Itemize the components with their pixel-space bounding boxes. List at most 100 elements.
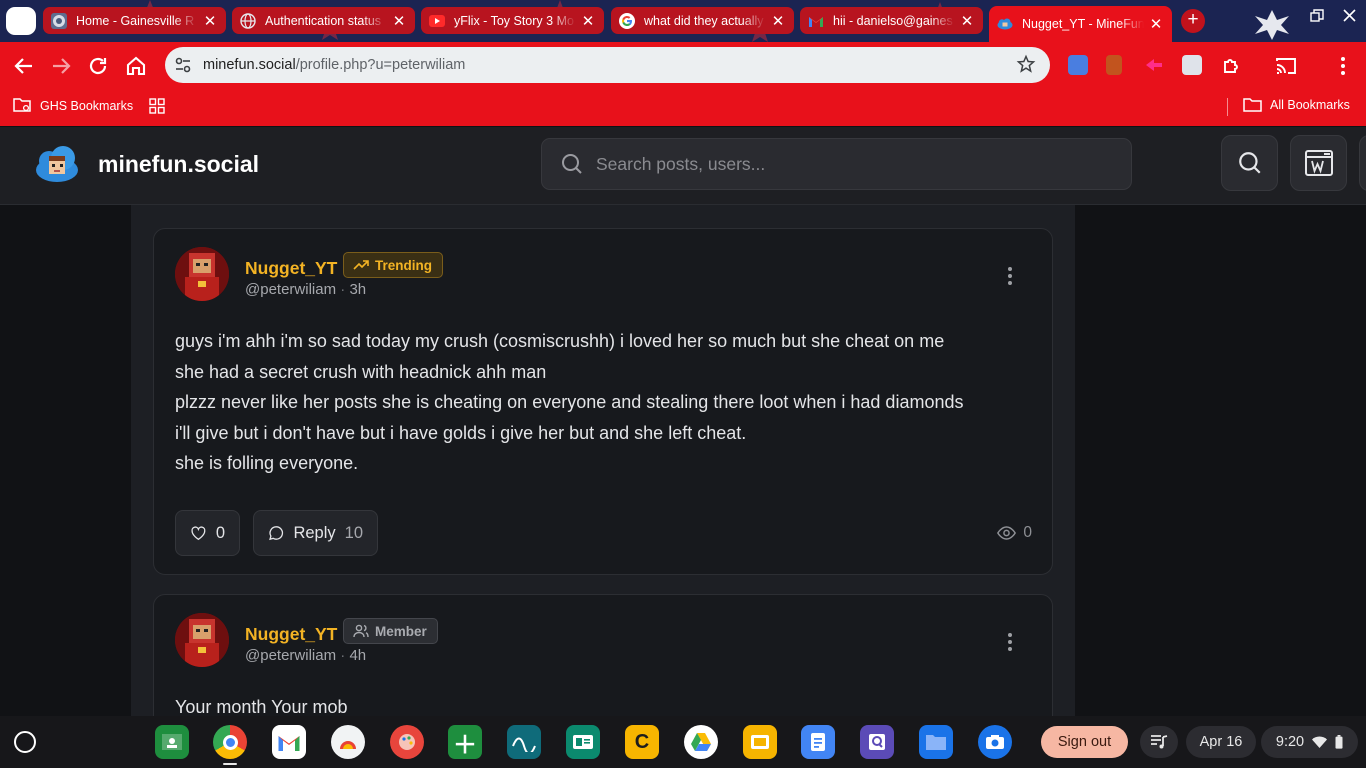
gmail-app-icon[interactable]	[272, 725, 306, 759]
files-folder-icon[interactable]	[919, 725, 953, 759]
post-time: 4h	[349, 647, 367, 664]
search-button[interactable]	[1221, 135, 1278, 191]
site-settings-icon[interactable]	[173, 55, 193, 75]
post-line: she had a secret crush with headnick ahh…	[175, 361, 547, 382]
screenshot-extension-icon[interactable]	[1182, 55, 1202, 75]
bookmark-folder-ghs[interactable]: GHS Bookmarks	[13, 97, 133, 114]
google-icon	[619, 12, 635, 29]
wallpaper-app-icon[interactable]	[331, 725, 365, 759]
comment-bubble-icon	[269, 526, 284, 541]
translate-extension-icon[interactable]	[1068, 55, 1088, 75]
tab-close-icon[interactable]: ✕	[1148, 15, 1164, 33]
post-meta: @peterwiliam · 4h	[245, 647, 366, 664]
tab-nugget-yt-active[interactable]: Nugget_YT - MineFun ✕	[989, 6, 1172, 42]
site-header: minefun.social	[0, 127, 1366, 205]
google-docs-icon[interactable]	[801, 725, 835, 759]
like-button[interactable]: 0	[175, 510, 240, 556]
post-handle[interactable]: @peterwiliam	[245, 281, 336, 298]
screencast-extension-icon[interactable]	[1144, 55, 1164, 75]
launcher-icon[interactable]	[14, 731, 36, 753]
c-app-icon[interactable]: C	[625, 725, 659, 759]
reply-button[interactable]: Reply 10	[253, 510, 378, 556]
users-icon	[353, 624, 369, 638]
google-sheets-add-icon[interactable]: ＋	[448, 725, 482, 759]
camera-app-icon[interactable]	[978, 725, 1012, 759]
more-menu-icon[interactable]	[1331, 54, 1355, 78]
chrome-running-indicator	[223, 763, 237, 765]
post-time: 3h	[349, 281, 367, 298]
home-icon[interactable]	[124, 54, 148, 78]
playlist-music-icon	[1151, 735, 1168, 749]
tab-authentication[interactable]: Authentication status ✕	[232, 7, 415, 34]
media-controls-button[interactable]	[1140, 726, 1178, 758]
bookmark-star-icon[interactable]	[1016, 54, 1036, 74]
avatar[interactable]	[175, 247, 229, 301]
canvas-paint-app-icon[interactable]	[390, 725, 424, 759]
post-meta: @peterwiliam · 3h	[245, 281, 366, 298]
tab-gmail[interactable]: hii - danielso@gaines ✕	[800, 7, 983, 34]
google-slides-icon[interactable]	[743, 725, 777, 759]
apps-grid-icon[interactable]	[149, 98, 165, 114]
battery-icon	[1335, 735, 1343, 749]
tab-title: Authentication status	[265, 13, 382, 28]
tab-title: Nugget_YT - MineFun	[1022, 17, 1144, 31]
cast-icon[interactable]	[1274, 54, 1298, 78]
header-extra-button[interactable]	[1359, 135, 1366, 191]
minefun-logo-icon[interactable]	[35, 144, 79, 184]
date-tray[interactable]: Apr 16	[1186, 726, 1256, 758]
managed-folder-icon	[13, 98, 31, 112]
tab-close-icon[interactable]: ✕	[202, 12, 218, 30]
tab-close-icon[interactable]: ✕	[770, 12, 786, 30]
restore-window-icon[interactable]	[1310, 9, 1324, 23]
url-text[interactable]: minefun.social/profile.php?u=peterwiliam	[203, 57, 465, 73]
post-options-icon[interactable]	[1001, 633, 1019, 653]
school-favicon-icon	[51, 12, 67, 29]
reader-app-icon[interactable]	[566, 725, 600, 759]
new-tab-button[interactable]: +	[1181, 9, 1205, 33]
reload-icon[interactable]	[86, 54, 110, 78]
post-options-icon[interactable]	[1001, 267, 1019, 287]
screencast-app-icon[interactable]	[860, 725, 894, 759]
site-search-box[interactable]	[541, 138, 1132, 190]
tab-close-icon[interactable]: ✕	[580, 12, 596, 30]
chromeos-shelf: ＋ C Sign out Apr 16 9:20	[0, 716, 1366, 768]
sign-out-button[interactable]: Sign out	[1041, 726, 1128, 758]
extensions-puzzle-icon[interactable]	[1219, 54, 1243, 78]
status-badge: Trending	[343, 252, 443, 278]
search-icon	[1238, 152, 1261, 174]
back-arrow-icon[interactable]	[12, 54, 36, 78]
site-title[interactable]: minefun.social	[98, 151, 259, 178]
avatar[interactable]	[175, 613, 229, 667]
folder-icon	[1243, 98, 1262, 112]
post-body: Your month Your mob	[175, 692, 1035, 716]
forward-arrow-icon[interactable]	[49, 54, 73, 78]
tab-yflix[interactable]: yFlix - Toy Story 3 Mo ✕	[421, 7, 604, 34]
google-drive-icon[interactable]	[684, 725, 718, 759]
post-author-name[interactable]: Nugget_YT	[245, 258, 337, 279]
window-widget-button[interactable]	[1290, 135, 1347, 191]
post-handle[interactable]: @peterwiliam	[245, 647, 336, 664]
post-card: Nugget_YT Trending @peterwiliam · 3h guy…	[153, 228, 1053, 575]
book-extension-icon[interactable]	[1106, 55, 1122, 75]
google-classroom-icon[interactable]	[155, 725, 189, 759]
post-author-name[interactable]: Nugget_YT	[245, 624, 337, 645]
post-line: she is folling everyone.	[175, 453, 359, 473]
tab-gainesville[interactable]: Home - Gainesville R ✕	[43, 7, 226, 34]
tab-title: Home - Gainesville R	[76, 13, 195, 28]
tab-search-button[interactable]	[6, 7, 36, 35]
address-bar[interactable]: minefun.social/profile.php?u=peterwiliam	[165, 47, 1050, 83]
post-line: Your month Your mob	[175, 697, 348, 716]
trending-up-icon	[353, 260, 369, 270]
close-window-icon[interactable]	[1343, 9, 1356, 22]
status-tray[interactable]: 9:20	[1261, 726, 1358, 758]
tab-close-icon[interactable]: ✕	[959, 12, 975, 30]
chrome-browser-icon[interactable]	[213, 725, 247, 759]
tab-title: hii - danielso@gaines	[833, 13, 953, 28]
bookmark-folder-all[interactable]: All Bookmarks	[1243, 97, 1350, 113]
tab-google-search[interactable]: what did they actually ✕	[611, 7, 794, 34]
desmos-graph-app-icon[interactable]	[507, 725, 541, 759]
post-line: guys i'm ahh i'm so sad today my crush (…	[175, 331, 945, 351]
search-input[interactable]	[596, 139, 1116, 189]
wifi-icon	[1312, 736, 1328, 748]
tab-close-icon[interactable]: ✕	[391, 12, 407, 30]
